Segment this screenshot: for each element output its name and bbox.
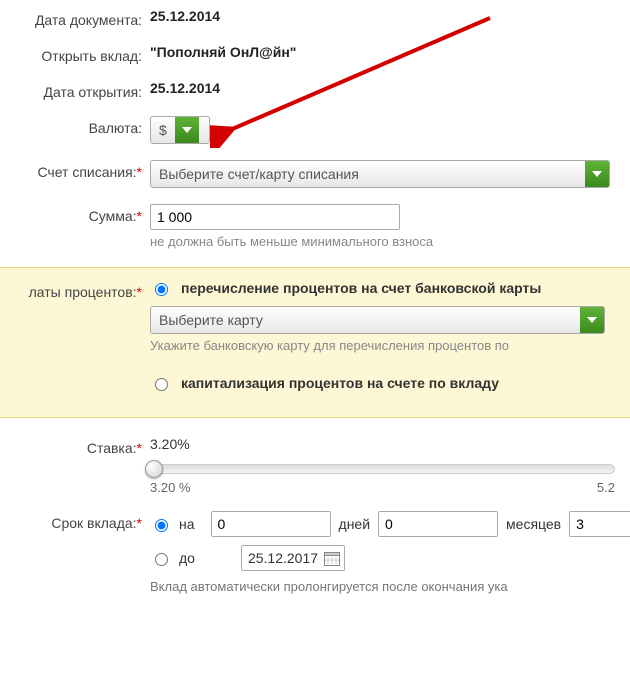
interest-label: латы процентов:* — [0, 280, 150, 300]
interest-card-placeholder: Выберите карту — [151, 307, 580, 333]
term-days-input[interactable] — [211, 511, 331, 537]
rate-max: 5.2 — [597, 480, 615, 495]
term-until-label: до — [179, 550, 195, 566]
term-years-input[interactable] — [569, 511, 630, 537]
amount-hint: не должна быть меньше минимального взнос… — [150, 234, 630, 249]
doc-date-value: 25.12.2014 — [150, 8, 630, 24]
term-label: Срок вклада:* — [0, 511, 150, 531]
currency-selected: $ — [151, 117, 175, 143]
debit-account-placeholder: Выберите счет/карту списания — [151, 161, 585, 187]
deposit-label: Открыть вклад: — [0, 44, 150, 64]
interest-card-hint: Укажите банковскую карту для перечислени… — [150, 338, 630, 353]
currency-select[interactable]: $ — [150, 116, 210, 144]
rate-min: 3.20 % — [150, 480, 190, 495]
open-date-value: 25.12.2014 — [150, 80, 630, 96]
rate-slider[interactable]: 3.20 % 5.2 — [150, 464, 615, 495]
doc-date-label: Дата документа: — [0, 8, 150, 28]
dropdown-arrow-icon — [175, 117, 199, 143]
rate-label: Ставка:* — [0, 436, 150, 456]
interest-card-select[interactable]: Выберите карту — [150, 306, 605, 334]
currency-label: Валюта: — [0, 116, 150, 136]
interest-capitalize-label[interactable]: капитализация процентов на счете по вкла… — [181, 375, 499, 391]
term-days-label: дней — [339, 516, 371, 532]
term-for-radio[interactable] — [155, 519, 168, 532]
rate-value: 3.20% — [150, 436, 630, 452]
deposit-value: "Пополняй ОнЛ@йн" — [150, 44, 630, 60]
open-date-label: Дата открытия: — [0, 80, 150, 100]
amount-input[interactable] — [150, 204, 400, 230]
term-months-label: месяцев — [506, 516, 561, 532]
term-until-radio[interactable] — [155, 553, 168, 566]
interest-transfer-label[interactable]: перечисление процентов на счет банковско… — [181, 280, 541, 296]
term-hint: Вклад автоматически пролонгируется после… — [150, 579, 630, 594]
slider-thumb[interactable] — [145, 460, 163, 478]
interest-transfer-radio[interactable] — [155, 283, 168, 296]
term-for-label: на — [179, 516, 195, 532]
debit-account-select[interactable]: Выберите счет/карту списания — [150, 160, 610, 188]
amount-label: Сумма:* — [0, 204, 150, 224]
term-months-input[interactable] — [378, 511, 498, 537]
dropdown-arrow-icon — [580, 307, 604, 333]
term-until-date-input[interactable]: 25.12.2017 — [241, 545, 345, 571]
calendar-icon[interactable] — [324, 551, 340, 566]
debit-account-label: Счет списания:* — [0, 160, 150, 180]
interest-capitalize-radio[interactable] — [155, 378, 168, 391]
dropdown-arrow-icon — [585, 161, 609, 187]
term-until-date-value: 25.12.2017 — [248, 550, 318, 566]
